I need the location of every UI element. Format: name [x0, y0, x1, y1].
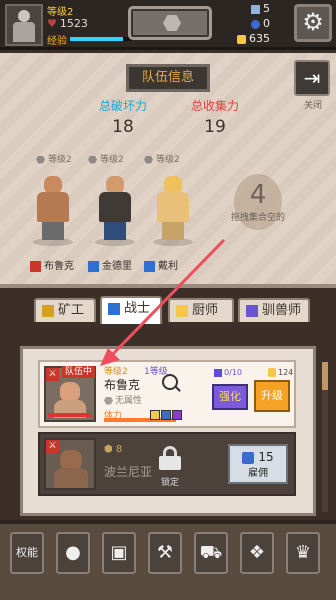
team-title: 队伍信息: [126, 64, 210, 92]
power-label: 总破坏力: [98, 99, 147, 113]
xp-bar: [70, 37, 132, 41]
member-name: 金德里: [88, 257, 132, 272]
coin-value: 124: [268, 368, 293, 377]
gather-label: 总收集力: [190, 99, 239, 113]
nav-trophy[interactable]: ♛: [286, 532, 320, 574]
upgrade-button[interactable]: 升级: [254, 380, 290, 412]
resource-wrench: 5: [210, 2, 270, 15]
gift-icon: ❖: [248, 542, 266, 563]
team-member-brook[interactable]: [30, 172, 76, 246]
lock-icon[interactable]: [159, 446, 181, 470]
member-level: 等级2: [36, 152, 72, 165]
search-icon[interactable]: [162, 374, 178, 390]
member-name: 布鲁克: [30, 257, 74, 272]
gather-value: 19: [204, 117, 226, 137]
anvil-icon: ⚒: [156, 542, 174, 563]
skill-icon: [172, 410, 182, 420]
skill-icon: [150, 410, 160, 420]
character-name: 布鲁克: [104, 378, 141, 392]
center-menu-button[interactable]: [128, 6, 212, 40]
exit-icon: ⇥: [303, 66, 321, 90]
chef-icon: [176, 305, 188, 317]
nav-abilities[interactable]: 权能: [10, 532, 44, 574]
scrollbar[interactable]: [322, 362, 328, 512]
team-member-jindeli[interactable]: [92, 172, 138, 246]
cart-icon: ⛟: [199, 542, 223, 563]
character-name: 波兰尼亚: [104, 465, 153, 479]
hexagon-icon: ⬢: [104, 444, 116, 455]
gem-icon: [242, 451, 255, 464]
trophy-icon: ♛: [294, 542, 312, 563]
tab-chef[interactable]: 厨师: [168, 298, 234, 322]
in-team-badge: 队伍中: [62, 366, 96, 378]
hp-bar: [48, 413, 92, 417]
character-level: ⬢ 8: [104, 444, 123, 455]
hire-button[interactable]: 15 雇佣: [228, 444, 288, 484]
nav-chest[interactable]: ▣: [102, 532, 136, 574]
xp-label: 经验: [47, 36, 67, 47]
team-icon: ●: [65, 542, 81, 563]
hexagon-icon: [36, 155, 45, 164]
member-level: 等级2: [144, 152, 180, 165]
empty-slot-text: 拖拽集合空的: [230, 213, 285, 223]
player-avatar[interactable]: [5, 4, 43, 46]
hexagon-icon: [88, 155, 97, 164]
coin-icon: [237, 34, 246, 44]
coin-icon: [268, 368, 276, 377]
gem-icon: [251, 19, 260, 29]
settings-button[interactable]: ⚙: [294, 4, 332, 42]
strengthen-button[interactable]: 强化: [212, 384, 248, 410]
close-button[interactable]: ⇥: [294, 60, 330, 96]
mana-value: 0/10: [214, 368, 242, 377]
nav-gift[interactable]: ❖: [240, 532, 274, 574]
nav-forge[interactable]: ⚒: [148, 532, 182, 574]
close-label: 关闭: [303, 101, 322, 111]
heart-icon: ♥: [47, 17, 57, 30]
tab-warrior[interactable]: 战士: [100, 296, 162, 324]
resource-coin: 635: [210, 32, 270, 45]
empty-slot-count: 4: [249, 180, 267, 210]
skill-icon: [161, 410, 171, 420]
whip-icon: [246, 305, 258, 317]
resource-gem: 0: [210, 17, 270, 30]
sword-icon: ⚔: [46, 440, 59, 453]
sword-icon: [30, 260, 41, 272]
gear-icon: ⚙: [302, 8, 324, 36]
member-level: 等级2: [88, 152, 124, 165]
hexagon-icon: [104, 396, 113, 405]
pickaxe-icon: [42, 305, 54, 317]
mana-icon: [214, 368, 222, 377]
nav-team[interactable]: ●: [56, 532, 90, 574]
member-name: 戴利: [144, 257, 178, 272]
power-value: 18: [112, 117, 134, 137]
sword-icon: [108, 303, 120, 315]
player-level: 等级2: [47, 7, 74, 18]
wrench-icon: [251, 4, 260, 14]
hexagon-icon: [163, 15, 181, 31]
nav-shop[interactable]: ⛟: [194, 532, 228, 574]
chest-icon: ▣: [110, 542, 128, 563]
sword-icon: ⚔: [46, 368, 59, 381]
hexagon-icon: [144, 155, 153, 164]
tab-tamer[interactable]: 驯兽师: [238, 298, 310, 322]
sword-icon: [88, 260, 99, 272]
tab-miner[interactable]: 矿工: [34, 298, 96, 322]
team-member-daili[interactable]: [150, 172, 196, 246]
skill-icons: [150, 405, 183, 424]
sword-icon: [144, 260, 155, 272]
lock-label: 锁定: [160, 478, 179, 488]
character-attribute: 无属性: [104, 393, 142, 406]
player-hp: ♥ 1523: [47, 17, 88, 30]
